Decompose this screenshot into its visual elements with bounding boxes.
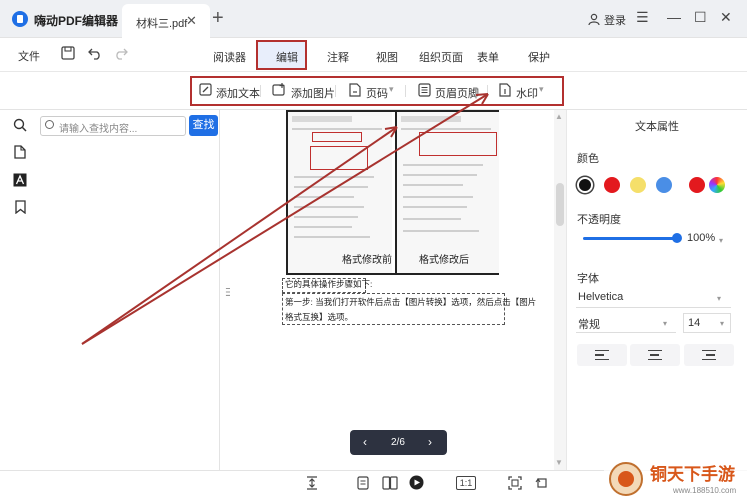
align-right-button[interactable] [684,344,734,366]
align-center-button[interactable] [630,344,680,366]
align-left-button[interactable] [577,344,627,366]
chevron-down-icon[interactable]: ▾ [717,294,721,303]
next-page-button[interactable]: › [428,435,432,449]
opacity-value[interactable]: 100% [687,232,715,244]
font-label: 字体 [577,273,599,285]
fit-height-icon[interactable] [305,476,319,490]
color-swatch-black[interactable] [577,177,593,193]
site-watermark-name: 铜天下手游 [650,465,735,484]
font-family-select[interactable]: Helvetica [576,288,731,308]
page-indicator: 2/6 [391,437,405,448]
rotate-icon[interactable] [535,476,549,490]
font-style-select[interactable]: 常规 [576,313,676,333]
play-icon[interactable] [409,475,424,490]
two-page-icon[interactable] [382,476,398,490]
chevron-down-icon[interactable]: ▾ [719,236,723,245]
color-swatch-yellow[interactable] [630,177,646,193]
site-watermark-url: www.188510.com [673,486,737,495]
chevron-down-icon[interactable]: ▾ [720,319,724,328]
color-swatch-red-2[interactable] [689,177,705,193]
chevron-down-icon[interactable]: ▾ [663,319,667,328]
color-swatch-red[interactable] [604,177,620,193]
properties-title: 文本属性 [635,121,679,133]
color-picker-icon[interactable] [709,177,725,193]
single-page-icon[interactable] [357,476,369,490]
color-label: 颜色 [577,153,599,165]
previous-page-button[interactable]: ‹ [363,435,367,449]
fit-page-icon[interactable] [508,476,522,490]
color-swatch-blue[interactable] [656,177,672,193]
opacity-slider[interactable] [583,237,677,240]
page-navigator: ‹ 2/6 › [350,430,447,455]
opacity-slider-knob[interactable] [672,233,682,243]
opacity-label: 不透明度 [577,214,621,226]
actual-size-button[interactable]: 1:1 [456,476,476,490]
